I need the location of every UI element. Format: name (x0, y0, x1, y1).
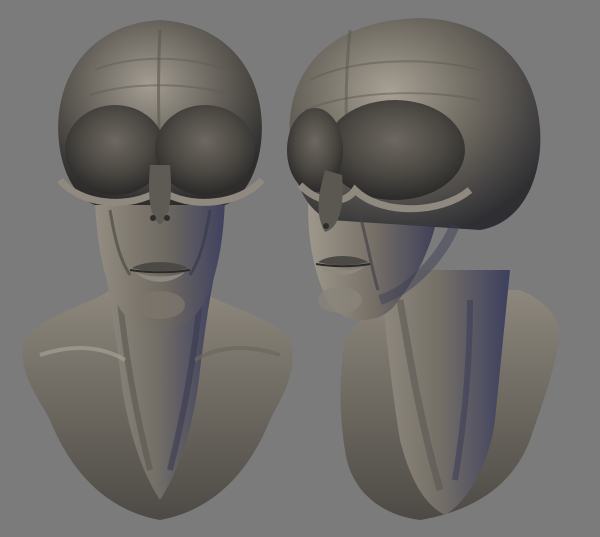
three-quarter-view-bust (287, 18, 560, 520)
side-chin (318, 287, 362, 313)
side-nostril (323, 223, 329, 229)
front-nostril-left (150, 215, 156, 221)
front-view-bust (22, 20, 293, 520)
alien-sculpt-render (22, 18, 560, 520)
render-canvas (0, 0, 600, 537)
side-near-eye-lobe (325, 100, 465, 200)
front-nostril-right (164, 215, 170, 221)
front-chin (135, 291, 185, 319)
